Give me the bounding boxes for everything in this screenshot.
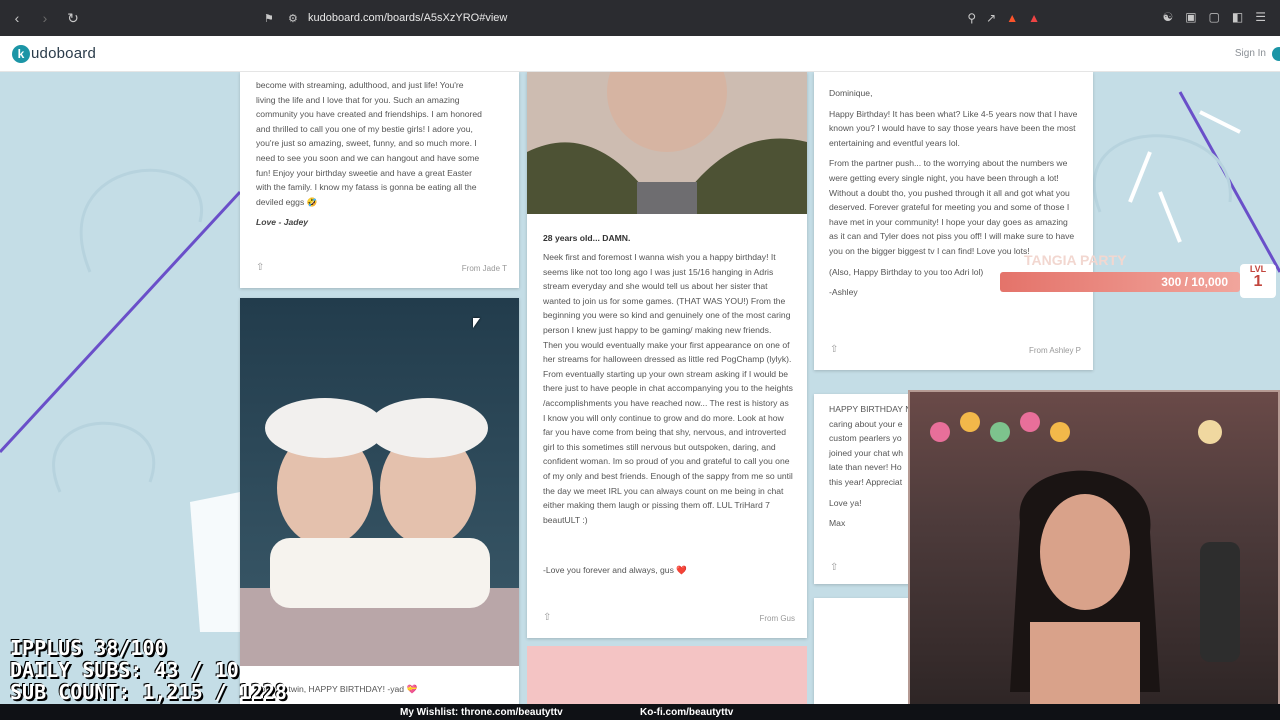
level-badge: LVL 1 (1240, 264, 1276, 298)
zoom-icon[interactable]: ⚲ (967, 11, 976, 25)
text-line: living the life and I love that for you.… (256, 94, 460, 105)
share-icon[interactable]: ⇧ (830, 344, 838, 355)
signin-link[interactable]: Sign In (1235, 48, 1266, 59)
post-title: 28 years old... DAMN. (543, 233, 631, 243)
post-signature: -Love you forever and always, gus ❤️ (543, 565, 687, 575)
reload-icon: ↻ (67, 9, 79, 26)
post-greeting: Dominique, (829, 88, 873, 98)
text-line: community you have created and friendshi… (256, 109, 482, 120)
text-line: and thrilled to call you one of my besti… (256, 123, 473, 134)
text-line: deviled eggs 🤣 (256, 196, 318, 207)
text-line: need to see you soon and we can hangout … (256, 152, 480, 163)
omnibox-actions: ⚲ ↗ ▲ ▲ (967, 6, 1040, 30)
stat-line: IPPLUS 38/100 (10, 636, 167, 660)
kudoboard-header: k udoboard Sign In (0, 36, 1280, 72)
level-value: 1 (1253, 273, 1263, 290)
puzzle-icon[interactable]: ▣ (1185, 10, 1196, 24)
post-card-ashley: Dominique, Happy Birthday! It has been w… (814, 72, 1093, 370)
text-line: with the family. I know my fatass is gon… (256, 182, 477, 193)
baby-photo (240, 298, 519, 666)
text-line: fun! Enjoy your birthday sweetie and hav… (256, 167, 472, 178)
forward-button[interactable]: › (34, 7, 56, 29)
post-card-partial (814, 598, 914, 704)
address-bar[interactable]: ⚑ ⚙ kudoboard.com/boards/A5sXzYRO#view ⚲… (264, 6, 1040, 30)
post-signature: Love - Jadey (256, 217, 309, 228)
wishlist-text: My Wishlist: throne.com/beautyttv (400, 706, 563, 718)
post-card-gus: 28 years old... DAMN. Neek first and for… (527, 72, 807, 638)
share-icon[interactable]: ⇧ (543, 612, 551, 623)
back-button[interactable]: ‹ (6, 7, 28, 29)
share-icon[interactable]: ⇧ (256, 262, 264, 273)
chevron-left-icon: ‹ (14, 10, 20, 26)
kofi-text: Ko-fi.com/beautyttv (640, 706, 734, 718)
wallet-icon[interactable]: ▢ (1209, 10, 1220, 24)
stream-ticker: My Wishlist: throne.com/beautyttv Ko-fi.… (0, 704, 1280, 720)
pink-decoration (527, 646, 807, 704)
chevron-right-icon: › (42, 10, 48, 26)
menu-icon[interactable]: ☰ (1255, 10, 1266, 24)
text-line: become with streaming, adulthood, and ju… (256, 80, 464, 90)
brave-shield-icon[interactable]: ▲ (1006, 11, 1018, 25)
logo-k: k (12, 44, 30, 63)
share-icon[interactable]: ⇧ (830, 562, 838, 573)
reload-button[interactable]: ↻ (62, 7, 84, 29)
tangia-party-widget: TANGIA PARTY 300 / 10,000 (1000, 252, 1240, 296)
stat-line: DAILY SUBS: 43 / 10 (10, 658, 239, 682)
stat-line: SUB COUNT: 1,215 / 1228 (10, 680, 287, 704)
url-text: kudoboard.com/boards/A5sXzYRO#view (308, 12, 508, 24)
party-progress-text: 300 / 10,000 (1161, 275, 1228, 289)
post-paragraph: Happy Birthday! It has been what? Like 4… (829, 108, 1078, 148)
rewards-icon[interactable]: ▲ (1028, 11, 1040, 25)
post-message: become with streaming, adulthood, and ju… (256, 78, 508, 230)
stream-stats-overlay: IPPLUS 38/100 DAILY SUBS: 43 / 10 SUB CO… (10, 637, 287, 703)
party-progress-bar: 300 / 10,000 (1000, 272, 1240, 292)
post-author: From Ashley P (1028, 346, 1081, 355)
post-paragraph: From the partner push... to the worrying… (829, 158, 1075, 256)
kudoboard-logo[interactable]: k udoboard (12, 44, 96, 63)
party-title: TANGIA PARTY (1024, 252, 1127, 268)
sidebar-icon[interactable]: ◧ (1232, 10, 1243, 24)
streamer-cam (930, 412, 1240, 718)
browser-toolbar: ‹ › ↻ ⚑ ⚙ kudoboard.com/boards/A5sXzYRO#… (0, 0, 1280, 36)
post-author: From Gus (759, 614, 795, 623)
browser-extensions: ☯ ▣ ▢ ◧ ☰ (1162, 10, 1266, 24)
bookmark-icon[interactable]: ⚑ (264, 12, 274, 25)
share-icon[interactable]: ↗ (986, 11, 996, 25)
avatar[interactable] (1272, 46, 1280, 61)
site-info-icon[interactable]: ⚙ (288, 12, 298, 25)
logo-text: udoboard (31, 45, 96, 62)
mouse-cursor (473, 318, 480, 328)
post-author: From Jade T (461, 264, 507, 273)
webcam-feed (908, 390, 1280, 720)
post-message: Neek first and foremost I wanna wish you… (543, 252, 793, 525)
gus-photo (527, 72, 807, 214)
extension-icon[interactable]: ☯ (1162, 10, 1173, 24)
post-card-jade: become with streaming, adulthood, and ju… (240, 72, 519, 288)
text-line: you're just so amazing, sweet, funny, an… (256, 138, 477, 149)
